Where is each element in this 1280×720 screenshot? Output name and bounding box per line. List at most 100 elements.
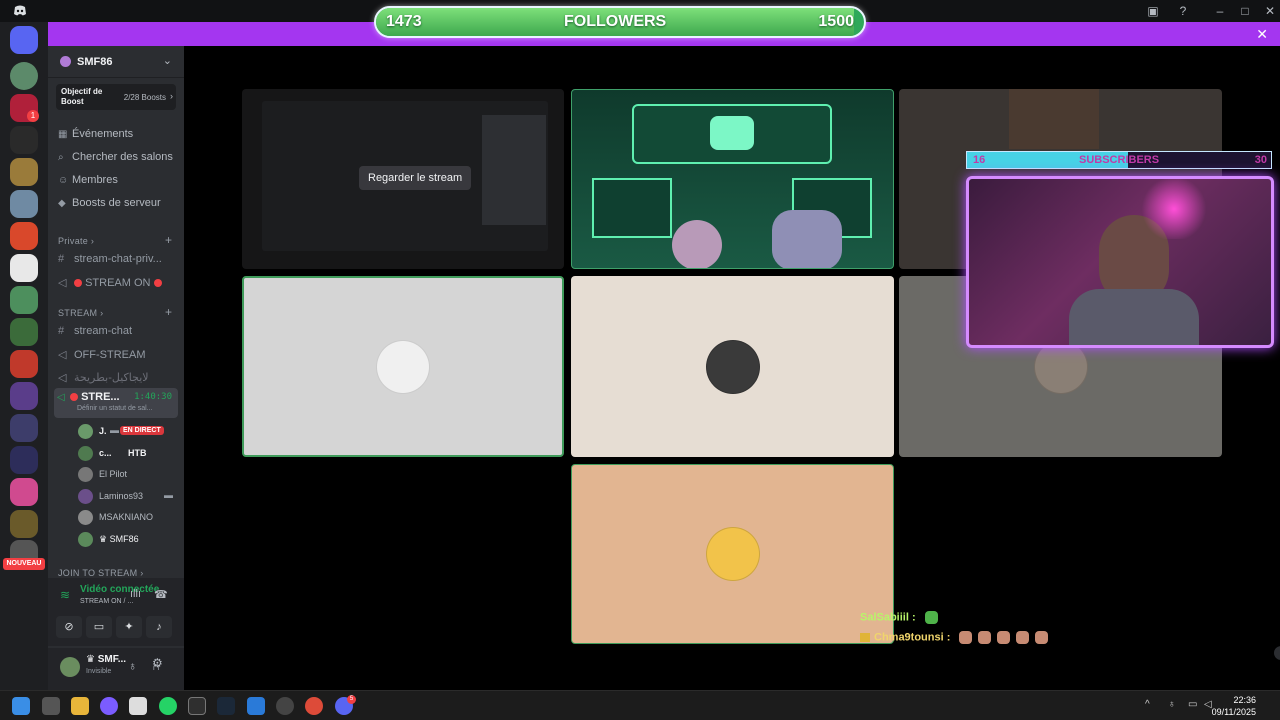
- menu-boosts[interactable]: ◆ Boosts de serveur: [58, 197, 161, 215]
- chevron-up-icon[interactable]: ^: [1145, 699, 1150, 710]
- minimize-icon[interactable]: –: [1212, 3, 1228, 19]
- task-view-icon[interactable]: [42, 697, 60, 715]
- server-header[interactable]: SMF86 ⌄: [48, 46, 184, 78]
- channel-stream-on[interactable]: ◁ STREAM ON: [58, 276, 162, 294]
- file-explorer-icon[interactable]: [71, 697, 89, 715]
- subscribers-goal-bar: 16 SUBSCRIBERS 30: [966, 151, 1272, 169]
- soundboard-button[interactable]: ♪: [146, 616, 172, 638]
- activities-button[interactable]: ✦: [116, 616, 142, 638]
- obs-icon[interactable]: [276, 697, 294, 715]
- add-channel-icon[interactable]: +: [165, 233, 172, 247]
- window-close-icon[interactable]: ✕: [1262, 3, 1278, 19]
- chrome-icon[interactable]: [305, 697, 323, 715]
- avatar: [78, 532, 93, 547]
- voice-connection-panel: ≋ Vidéo connectée STREAM ON / ... ıllı ☎…: [48, 578, 184, 646]
- channel-off-stream[interactable]: ◁ OFF-STREAM: [58, 348, 146, 366]
- add-channel-icon[interactable]: +: [165, 305, 172, 319]
- avatar: [705, 339, 760, 394]
- server-icon[interactable]: [10, 190, 38, 218]
- speaker-icon: ◁: [57, 392, 65, 403]
- server-icon[interactable]: [10, 414, 38, 442]
- maximize-icon[interactable]: □: [1237, 3, 1253, 19]
- server-icon[interactable]: [10, 318, 38, 346]
- channel-stream-chat-private[interactable]: # stream-chat-priv...: [58, 253, 162, 271]
- channel-label: STREAM ON: [85, 277, 151, 289]
- app-icon[interactable]: [247, 697, 265, 715]
- inbox-icon[interactable]: ▣: [1145, 3, 1161, 19]
- category-private[interactable]: Private ›: [58, 236, 94, 246]
- boost-icon: ◆: [58, 198, 66, 209]
- help-icon[interactable]: ?: [1175, 3, 1191, 19]
- chevron-down-icon: ⌄: [162, 55, 172, 67]
- menu-events[interactable]: ▦ Événements: [58, 128, 133, 146]
- app-icon[interactable]: [100, 697, 118, 715]
- channel-label: stream-chat-priv...: [74, 253, 162, 265]
- whatsapp-icon[interactable]: [159, 697, 177, 715]
- steam-icon[interactable]: [217, 697, 235, 715]
- member-name: MSAKNIANO: [99, 512, 154, 522]
- video-tile-user[interactable]: [242, 276, 564, 457]
- start-icon[interactable]: [12, 697, 30, 715]
- active-voice-channel[interactable]: ◁ STRE... 1:40:30 Définir un statut de s…: [54, 388, 178, 418]
- red-circle-icon: [74, 279, 82, 288]
- member-tag: HTB: [128, 448, 147, 458]
- server-icon[interactable]: [10, 446, 38, 474]
- server-icon[interactable]: [10, 254, 38, 282]
- member-name-text: SMF86: [109, 534, 139, 544]
- channel-arabic[interactable]: ◁ لايجاكيل-بطريحة: [58, 371, 149, 389]
- volume-icon[interactable]: ◁: [1204, 699, 1212, 710]
- noise-icon[interactable]: ıllı: [130, 588, 141, 600]
- followers-label: FOLLOWERS: [564, 13, 667, 30]
- chat-message: Chma9tounsi :: [860, 631, 1049, 644]
- camera-off-button[interactable]: ⊘: [56, 616, 82, 638]
- neon-light: [1139, 179, 1209, 239]
- clock-date: 09/11/2025: [1211, 707, 1256, 717]
- watch-stream-button[interactable]: Regarder le stream: [359, 166, 472, 190]
- search-icon: ⌕: [58, 152, 64, 163]
- stream-tile-screen[interactable]: Regarder le stream: [242, 89, 564, 269]
- discord-logo-icon: [12, 3, 28, 19]
- app-icon[interactable]: [188, 697, 206, 715]
- menu-members[interactable]: ☺ Membres: [58, 174, 118, 192]
- red-circle-icon: [70, 393, 78, 402]
- server-icon[interactable]: [10, 126, 38, 154]
- video-tile-user[interactable]: [571, 276, 894, 457]
- server-icon[interactable]: [10, 286, 38, 314]
- followers-goal: 1500: [818, 13, 854, 30]
- art-hand: [772, 210, 842, 268]
- avatar[interactable]: [60, 657, 80, 677]
- screen-share-button[interactable]: ▭: [86, 616, 112, 638]
- category-stream[interactable]: STREAM ›: [58, 308, 103, 318]
- emote-icon: [997, 631, 1011, 644]
- clock[interactable]: 22:36 09/11/2025: [1212, 694, 1256, 718]
- server-icon[interactable]: [10, 510, 38, 538]
- clock-time: 22:36: [1233, 695, 1256, 705]
- server-icon[interactable]: [10, 222, 38, 250]
- server-icon[interactable]: [10, 350, 38, 378]
- display-icon[interactable]: ▭: [1188, 699, 1197, 710]
- disconnect-icon[interactable]: ☎: [154, 588, 168, 601]
- camera-background: [1009, 89, 1099, 149]
- user-status: Invisible: [86, 668, 112, 675]
- category-join-stream[interactable]: JOIN TO STREAM ›: [58, 568, 144, 578]
- microphone-icon[interactable]: ♁: [128, 659, 137, 673]
- speaker-icon: ◁: [58, 372, 67, 384]
- banner-close-icon[interactable]: ✕: [1256, 26, 1268, 42]
- app-icon[interactable]: [129, 697, 147, 715]
- server-icon[interactable]: [10, 158, 38, 186]
- settings-gear-icon[interactable]: ⚙: [152, 656, 163, 670]
- boost-goal[interactable]: Objectif de Boost 2/28 Boosts ›: [56, 84, 176, 110]
- server-icon[interactable]: [10, 478, 38, 506]
- home-button[interactable]: [10, 26, 38, 54]
- art-panel: [592, 178, 672, 238]
- microphone-icon[interactable]: ♁: [1168, 699, 1176, 710]
- server-icon[interactable]: [10, 62, 38, 90]
- channel-stream-chat[interactable]: # stream-chat: [58, 325, 132, 343]
- stream-tile-overlay-art[interactable]: [571, 89, 894, 269]
- avatar: [705, 527, 760, 581]
- video-tile-user[interactable]: [571, 464, 894, 644]
- username-text: SMF...: [97, 654, 127, 665]
- voice-status: Définir un statut de sal...: [77, 405, 153, 412]
- server-icon[interactable]: [10, 382, 38, 410]
- menu-browse-channels[interactable]: ⌕ Chercher des salons: [58, 151, 173, 169]
